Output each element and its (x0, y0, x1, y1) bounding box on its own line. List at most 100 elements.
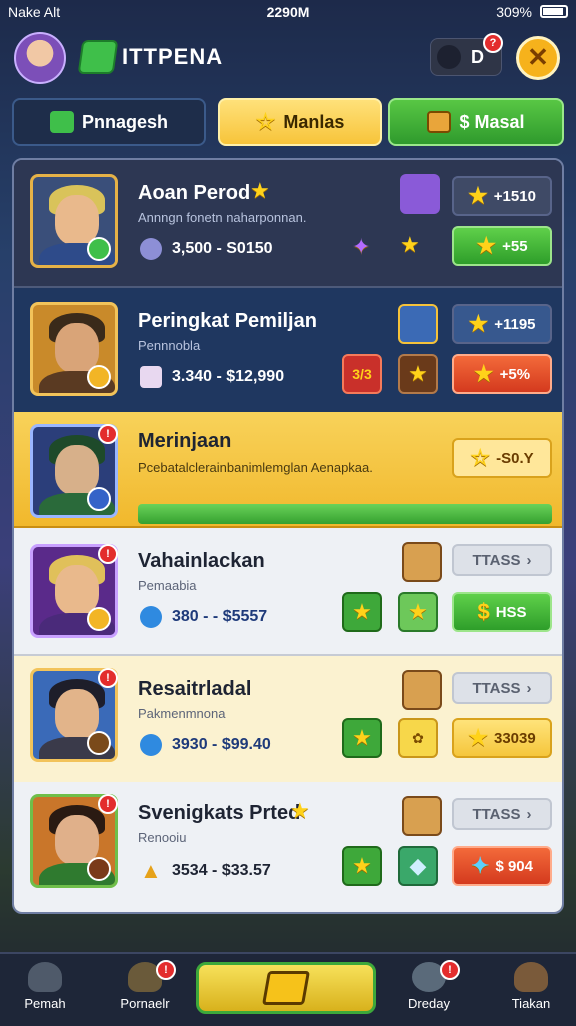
nav-item-dreday[interactable]: Dreday ! (384, 958, 474, 1022)
coin-icon: $ (477, 599, 490, 624)
star-slot[interactable]: ★ (342, 846, 382, 886)
bottom-nav: Pemah Pornaelr ! Dreday ! Tiakan (0, 952, 576, 1026)
notifications-button[interactable]: D ? (430, 33, 503, 76)
star-icon: ★ (250, 178, 270, 203)
chest-icon (402, 670, 442, 710)
alert-badge: ! (98, 668, 118, 688)
offer-button[interactable]: ★ +1195 (452, 304, 552, 344)
offer-button[interactable]: ☆ -S0.Y (452, 438, 552, 478)
lightning-icon: ▲ (140, 858, 162, 883)
notification-count: D (471, 47, 484, 67)
item-subtitle: Annngn fonetn naharponnan. (138, 210, 307, 225)
item-name: Resaitrladal (138, 678, 252, 700)
gem-icon (140, 734, 162, 756)
discount-badge[interactable]: 3/3 (342, 354, 382, 394)
nav-play-button[interactable] (196, 962, 376, 1014)
crystal-slot[interactable]: ◆ (398, 846, 438, 886)
gem-icon (140, 238, 162, 260)
tab-masal[interactable]: $ Masal (388, 98, 564, 146)
view-button[interactable]: TTASS › (452, 544, 552, 576)
logo-icon (77, 40, 119, 74)
star-badge-icon (87, 607, 111, 631)
star-badge-icon (87, 731, 111, 755)
tab-manlas[interactable]: ☆ Manlas (218, 98, 382, 146)
buy-button[interactable]: $ HSS (452, 592, 552, 632)
alert-badge: ! (98, 424, 118, 444)
buy-button[interactable]: ★ +55 (452, 226, 552, 266)
view-button[interactable]: TTASS › (452, 798, 552, 830)
status-bar: Nake Alt 2290M 309% (0, 0, 576, 24)
nav-label: Tiakan (511, 996, 551, 1011)
chevron-right-icon: › (526, 551, 532, 569)
list-item[interactable]: Peringkat Pemiljan Pennnobla 3.340 - $12… (14, 288, 562, 416)
star-icon: ★ (408, 361, 428, 386)
nav-item-pemah[interactable]: Pemah (0, 958, 90, 1022)
notification-avatar-icon (437, 45, 461, 69)
star-icon: ★ (468, 311, 489, 336)
item-subtitle: Pcebatalclerainbanimlemglan Aenapkaa. (138, 460, 373, 475)
cash-icon (49, 111, 74, 133)
list-item[interactable]: ! Resaitrladal Pakmenmnona 3930 - $99.40… (14, 656, 562, 784)
star-icon: ★ (352, 853, 372, 878)
star-icon: ★ (408, 599, 428, 624)
alert-badge: ! (440, 960, 460, 980)
chevron-right-icon: › (526, 805, 532, 823)
battery-label: 309% (496, 4, 532, 20)
star-icon: ☆ (255, 109, 276, 134)
nav-label: Pemah (24, 996, 66, 1011)
chest-icon (398, 304, 438, 344)
nav-label: Pornaelr (120, 996, 170, 1011)
star-slot[interactable]: ★ (342, 592, 382, 632)
list-item[interactable]: ! Vahainlackan Pemaabia 380 - - $5557 TT… (14, 528, 562, 656)
nav-item-pornaelr[interactable]: Pornaelr ! (100, 958, 190, 1022)
star-icon: ★ (476, 233, 497, 258)
list-item[interactable]: Aoan Perod ★ Annngn fonetn naharponnan. … (14, 160, 562, 288)
shield-icon (87, 487, 111, 511)
sparkle-icon: ✦ (352, 234, 371, 259)
buy-button[interactable]: ★ +5% (452, 354, 552, 394)
item-price: 3,500 - S0150 (172, 240, 273, 257)
tab-label: $ Masal (459, 111, 525, 132)
buy-button[interactable]: ★ 33039 (452, 718, 552, 758)
character-portrait (30, 174, 118, 268)
bonus-slot[interactable]: ✿ (398, 718, 438, 758)
offers-list: Aoan Perod ★ Annngn fonetn naharponnan. … (12, 158, 564, 914)
list-item[interactable]: ! Svenigkats Prted ★ Renooiu ▲ 3534 - $3… (14, 782, 562, 912)
star-icon: ★ (468, 725, 488, 750)
item-price: 3930 - $99.40 (172, 736, 271, 753)
tab-bar: Pnnagesh ☆ Manlas $ Masal (12, 98, 564, 150)
item-subtitle: Pemaabia (138, 578, 197, 593)
tab-label: Pnnagesh (81, 111, 169, 132)
scroll-icon (140, 366, 162, 388)
chest-icon (402, 796, 442, 836)
star-icon: ★ (352, 599, 372, 624)
player-avatar[interactable] (14, 32, 66, 84)
item-name: Merinjaan (138, 430, 232, 452)
view-button[interactable]: TTASS › (452, 672, 552, 704)
chevron-right-icon: › (526, 679, 532, 697)
star-icon: ★ (352, 725, 372, 750)
alert-badge: ! (98, 544, 118, 564)
item-name: Svenigkats Prted (138, 802, 301, 824)
star-icon: ☆ (470, 445, 491, 470)
close-button[interactable]: ✕ (516, 36, 560, 80)
nav-item-tiakan[interactable]: Tiakan (486, 958, 576, 1022)
star-icon: ★ (290, 798, 310, 823)
buy-button[interactable]: ✦ $ 904 (452, 846, 552, 886)
notification-badge: ? (483, 33, 503, 53)
nav-label: Dreday (408, 996, 450, 1011)
star-icon: ★ (468, 183, 488, 208)
star-badge-icon (87, 365, 111, 389)
home-icon (28, 962, 62, 992)
app-title: ITTPENA (122, 44, 224, 69)
tab-pnnagesh[interactable]: Pnnagesh (12, 98, 206, 146)
character-icon (514, 962, 548, 992)
offer-button[interactable]: ★ +1510 (452, 176, 552, 216)
star-slot[interactable]: ★ (342, 718, 382, 758)
sparkle-icon: ✦ (471, 853, 490, 878)
star-slot[interactable]: ★ (398, 354, 438, 394)
star-icon: ★ (473, 361, 494, 386)
chest-icon (427, 111, 452, 133)
boost-slot[interactable]: ★ (398, 592, 438, 632)
list-item-highlighted[interactable]: ! Merinjaan Pcebatalclerainbanimlemglan … (14, 412, 562, 528)
